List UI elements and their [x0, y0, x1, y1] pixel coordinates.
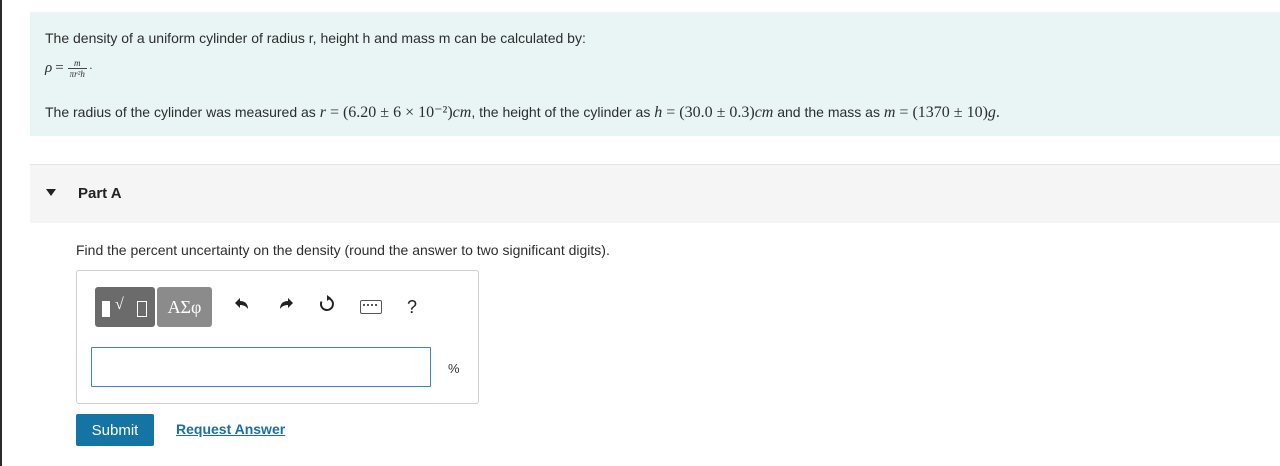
density-formula: ρ = m πr²h · [45, 58, 93, 79]
formula-denominator: πr²h [67, 68, 87, 79]
measurements-middle: , the height of the cylinder as [471, 104, 655, 120]
keyboard-button[interactable] [359, 295, 383, 319]
request-answer-link[interactable]: Request Answer [176, 421, 285, 437]
mass-expression: m = (1370 ± 10)g. [884, 104, 1000, 121]
left-border [0, 0, 2, 466]
r-unit: cm [452, 104, 472, 121]
part-title: Part A [78, 185, 122, 202]
formula-numerator: m [74, 58, 81, 68]
m-value: (1370 ± 10) [912, 104, 988, 121]
greek-symbols-button[interactable]: ΑΣφ [157, 287, 212, 327]
answer-box: √ ΑΣφ ? % [76, 270, 479, 404]
collapse-caret-icon[interactable] [46, 189, 56, 196]
m-end: . [995, 104, 1000, 121]
templates-icon [102, 301, 110, 317]
templates-button[interactable]: √ [95, 287, 155, 327]
reset-icon [319, 295, 334, 311]
radius-expression: r = (6.20 ± 6 × 10⁻²)cm [320, 104, 472, 121]
problem-statement: The density of a uniform cylinder of rad… [45, 30, 586, 46]
r-value: (6.20 ± 6 × 10⁻²) [342, 104, 453, 121]
box-icon [137, 301, 147, 317]
redo-button[interactable] [273, 295, 297, 319]
undo-icon [235, 298, 248, 309]
m-symbol: m [883, 104, 896, 121]
h-value: (30.0 ± 0.3) [679, 104, 755, 121]
radical-icon: √ [115, 296, 124, 313]
r-equals: = [325, 104, 343, 121]
formula-equals: = [55, 60, 64, 76]
undo-button[interactable] [231, 295, 255, 319]
h-equals: = [662, 104, 680, 121]
submit-button[interactable]: Submit [76, 414, 154, 446]
part-a-header[interactable]: Part A [30, 164, 1280, 223]
help-button[interactable]: ? [400, 295, 424, 319]
measurements-and-mass: and the mass as [773, 104, 884, 120]
height-expression: h = (30.0 ± 0.3)cm [654, 104, 773, 121]
formula-fraction: m πr²h [67, 58, 87, 79]
redo-icon [280, 298, 293, 309]
keyboard-icon [360, 300, 382, 314]
question-text: Find the percent uncertainty on the dens… [76, 242, 610, 258]
answer-input[interactable] [91, 347, 431, 387]
h-unit: cm [754, 104, 774, 121]
reset-button[interactable] [315, 295, 339, 319]
m-equals: = [895, 104, 913, 121]
formula-end: · [88, 61, 93, 75]
problem-intro: The density of a uniform cylinder of rad… [30, 12, 1280, 136]
m-unit: g [987, 104, 996, 121]
measurements-prefix: The radius of the cylinder was measured … [45, 104, 320, 120]
unit-label: % [448, 361, 460, 376]
rho-symbol: ρ [45, 59, 53, 76]
measurements-sentence: The radius of the cylinder was measured … [45, 102, 1000, 122]
